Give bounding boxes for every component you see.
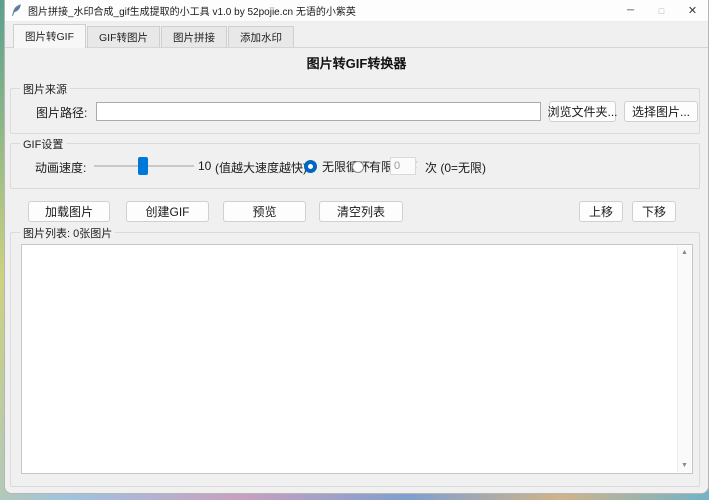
app-window: 图片拼接_水印合成_gif生成提取的小工具 v1.0 by 52pojie.cn… (4, 0, 709, 494)
tab-bar: 图片转GIF GIF转图片 图片拼接 添加水印 (5, 22, 708, 47)
tab-gif-to-image[interactable]: GIF转图片 (87, 26, 160, 47)
preview-button[interactable]: 预览 (223, 201, 306, 222)
loop-count-input[interactable] (390, 157, 416, 175)
radio-selected-icon (304, 160, 317, 173)
gif-settings-group: GIF设置 动画速度: 10 (值越大速度越快) 无限循环 有限循环 次 (0=… (10, 143, 700, 189)
image-listbox[interactable]: ▲ ▼ (21, 244, 693, 474)
page-title: 图片转GIF转换器 (5, 53, 708, 72)
minimize-button[interactable]: ─ (615, 0, 646, 21)
move-down-button[interactable]: 下移 (632, 201, 676, 222)
select-images-button[interactable]: 选择图片... (624, 101, 698, 122)
speed-hint: (值越大速度越快) (215, 159, 307, 176)
image-list-group-title: 图片列表: 0张图片 (20, 225, 115, 241)
tab-content-image-to-gif: 图片转GIF转换器 图片来源 图片路径: 浏览文件夹... 选择图片... GI… (5, 47, 708, 494)
app-feather-icon (11, 4, 22, 17)
titlebar: 图片拼接_水印合成_gif生成提取的小工具 v1.0 by 52pojie.cn… (5, 0, 708, 22)
clear-list-button[interactable]: 清空列表 (319, 201, 403, 222)
create-gif-button[interactable]: 创建GIF (126, 201, 209, 222)
gif-settings-group-title: GIF设置 (20, 136, 66, 152)
speed-value: 10 (198, 159, 211, 173)
maximize-button[interactable]: □ (646, 0, 677, 21)
animation-speed-label: 动画速度: (35, 159, 86, 176)
window-title: 图片拼接_水印合成_gif生成提取的小工具 v1.0 by 52pojie.cn… (28, 3, 356, 18)
vertical-scrollbar[interactable]: ▲ ▼ (677, 246, 691, 472)
radio-unselected-icon (352, 161, 364, 173)
image-source-group: 图片来源 图片路径: 浏览文件夹... 选择图片... (10, 88, 700, 134)
animation-speed-slider[interactable] (94, 156, 194, 176)
load-images-button[interactable]: 加载图片 (28, 201, 110, 222)
tab-image-to-gif[interactable]: 图片转GIF (13, 24, 86, 48)
image-path-input[interactable] (96, 102, 541, 121)
scroll-down-icon[interactable]: ▼ (681, 462, 688, 469)
image-list-group: 图片列表: 0张图片 ▲ ▼ (10, 232, 700, 487)
tab-add-watermark[interactable]: 添加水印 (228, 26, 294, 47)
slider-handle[interactable] (138, 157, 148, 175)
scroll-up-icon[interactable]: ▲ (681, 249, 688, 256)
close-button[interactable]: ✕ (677, 0, 708, 21)
window-controls: ─ □ ✕ (615, 0, 708, 21)
move-up-button[interactable]: 上移 (579, 201, 623, 222)
browse-folder-button[interactable]: 浏览文件夹... (549, 101, 616, 122)
loop-count-suffix: 次 (0=无限) (425, 159, 486, 176)
image-source-group-title: 图片来源 (20, 81, 70, 97)
image-path-label: 图片路径: (36, 104, 87, 121)
tab-image-stitch[interactable]: 图片拼接 (161, 26, 227, 47)
